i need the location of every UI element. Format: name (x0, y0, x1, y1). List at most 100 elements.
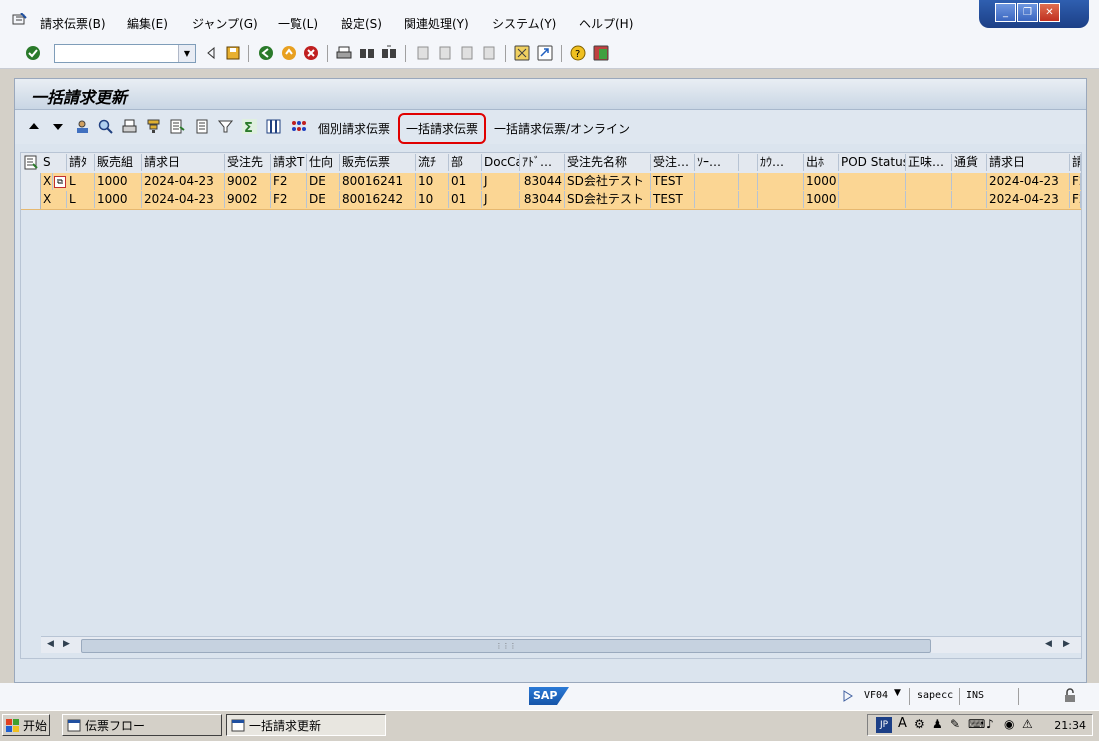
row-selector[interactable] (21, 173, 41, 191)
scroll-right-icon[interactable]: ◀ (1045, 639, 1052, 649)
subtotal-icon[interactable] (146, 119, 161, 134)
column-header-status[interactable]: S (41, 154, 67, 171)
column-header-billing-category[interactable]: 請ﾀ (67, 154, 95, 171)
restore-button[interactable]: ❐ (1017, 3, 1038, 22)
cell-billing-type: F2 (271, 173, 307, 190)
chevron-down-icon[interactable]: ▼ (178, 45, 195, 62)
column-header-order[interactable]: 受注… (651, 154, 695, 171)
network-icon[interactable]: ⌨ (968, 717, 985, 731)
column-header-currency[interactable]: 通貨 (952, 154, 987, 171)
sap-menu-icon[interactable] (12, 13, 27, 26)
column-header-division[interactable]: 部 (449, 154, 482, 171)
row-detail-icon[interactable]: ⧉ (54, 176, 66, 188)
scroll-last-icon[interactable]: ▶ (1063, 639, 1070, 649)
filter-icon[interactable] (218, 119, 233, 134)
sort-ascending-icon[interactable] (27, 119, 42, 134)
select-all-icon[interactable] (24, 155, 39, 170)
cell-sort (695, 173, 739, 190)
column-header-pod-status[interactable]: POD Status (839, 154, 906, 171)
column-header-billing-2[interactable]: 請 (1070, 154, 1081, 171)
document-icon[interactable] (195, 119, 210, 134)
menu-settings[interactable]: 設定(S) (341, 15, 382, 32)
ime-mode-icon[interactable]: ⚙ (914, 717, 925, 731)
previous-page-icon[interactable] (437, 45, 453, 61)
column-header-distribution-channel[interactable]: 流ﾁ (416, 154, 449, 171)
table-row[interactable]: X ⧉ L 1000 2024-04-23 9002 F2 DE 8001624… (21, 173, 1081, 192)
print-preview-icon[interactable] (122, 119, 137, 134)
search-icon[interactable] (98, 119, 113, 134)
status-play-icon[interactable] (843, 690, 853, 702)
column-header-billing-date[interactable]: 請求日 (142, 154, 225, 171)
shortcut-icon[interactable] (537, 45, 553, 61)
column-header-shipping-point[interactable]: 出ﾎ (804, 154, 839, 171)
column-header-sold-to-name[interactable]: 受注先名称 (565, 154, 651, 171)
menu-billing-doc[interactable]: 請求伝票(B) (40, 15, 106, 32)
column-layout-icon[interactable] (266, 119, 281, 134)
taskbar-item-collective-billing[interactable]: 一括請求更新 (226, 714, 386, 736)
triangle-left-icon[interactable] (203, 45, 219, 61)
back-icon[interactable] (258, 45, 274, 61)
tray-extra-icon[interactable]: ◉ (1004, 717, 1014, 731)
save-icon[interactable] (225, 45, 241, 61)
session-dropdown-icon[interactable]: ▼ (894, 688, 901, 698)
find-next-icon[interactable] (381, 45, 397, 61)
ime-pad-icon[interactable]: ✎ (950, 717, 960, 731)
first-page-icon[interactable] (415, 45, 431, 61)
individual-billing-button[interactable]: 個別請求伝票 (314, 117, 394, 140)
lock-icon[interactable] (1063, 688, 1077, 703)
column-header-sort[interactable]: ｿｰ… (695, 154, 739, 171)
command-field[interactable]: ▼ (54, 44, 196, 63)
cancel-icon[interactable] (303, 45, 319, 61)
sort-descending-icon[interactable] (51, 119, 66, 134)
start-button[interactable]: 开始 (2, 714, 50, 736)
collective-billing-button[interactable]: 一括請求伝票 (397, 113, 487, 144)
minimize-button[interactable]: _ (995, 3, 1016, 22)
ime-tool-icon[interactable]: ♟ (932, 717, 943, 731)
layout-menu-icon[interactable] (593, 45, 609, 61)
scrollbar-thumb[interactable]: ⋮⋮⋮ (81, 639, 931, 653)
enter-check-icon[interactable] (25, 45, 41, 61)
language-indicator[interactable]: JP (876, 717, 892, 733)
menu-help[interactable]: ヘルプ(H) (579, 15, 633, 32)
close-button[interactable]: ✕ (1039, 3, 1060, 22)
menu-list[interactable]: 一覧(L) (278, 15, 318, 32)
column-header-net-value[interactable]: 正味… (906, 154, 952, 171)
column-header-sales-doc[interactable]: 販売伝票 (340, 154, 416, 171)
column-header-billing-date-2[interactable]: 請求日 (987, 154, 1070, 171)
menu-edit[interactable]: 編集(E) (127, 15, 168, 32)
find-icon[interactable] (359, 45, 375, 61)
menu-system[interactable]: システム(Y) (492, 15, 556, 32)
menu-environment[interactable]: 関連処理(Y) (404, 15, 469, 32)
detail-icon[interactable] (75, 119, 90, 134)
sum-icon[interactable]: Σ (242, 119, 257, 134)
scroll-left-icon[interactable]: ▶ (63, 639, 70, 649)
row-selector[interactable] (21, 191, 41, 209)
column-header-blank[interactable] (739, 154, 758, 171)
column-header-billing-type[interactable]: 請求T (271, 154, 307, 171)
help-icon[interactable]: ? (570, 45, 586, 61)
next-page-icon[interactable] (459, 45, 475, 61)
table-row[interactable]: X L 1000 2024-04-23 9002 F2 DE 80016242 … (21, 191, 1081, 210)
taskbar-item-document-flow[interactable]: 伝票フロー (62, 714, 222, 736)
cell-sales-doc: 80016242 (340, 191, 416, 208)
menu-goto[interactable]: ジャンプ(G) (192, 15, 258, 32)
ime-icon[interactable]: A (898, 716, 907, 731)
last-page-icon[interactable] (481, 45, 497, 61)
collective-billing-online-button[interactable]: 一括請求伝票/オンライン (490, 117, 634, 140)
exit-icon[interactable] (281, 45, 297, 61)
column-header-doc-category[interactable]: DocCa (482, 154, 520, 171)
column-header-sales-org[interactable]: 販売組 (95, 154, 142, 171)
scroll-first-icon[interactable]: ◀ (47, 639, 54, 649)
clock[interactable]: 21:34 (1054, 719, 1086, 732)
notification-icon[interactable]: ⚠ (1022, 717, 1033, 731)
column-header-country[interactable]: ｶｳ… (758, 154, 804, 171)
volume-icon[interactable]: ♪ (986, 717, 994, 731)
print-icon[interactable] (336, 45, 352, 61)
horizontal-scrollbar[interactable]: ◀ ▶ ⋮⋮⋮ ◀ ▶ (41, 636, 1081, 653)
column-header-sold-to[interactable]: 受注先 (225, 154, 271, 171)
export-icon[interactable] (170, 119, 185, 134)
new-session-icon[interactable] (514, 45, 530, 61)
column-header-address[interactable]: ｱﾄﾞ… (520, 154, 565, 171)
column-header-destination[interactable]: 仕向 (307, 154, 340, 171)
select-layout-icon[interactable] (291, 119, 306, 134)
